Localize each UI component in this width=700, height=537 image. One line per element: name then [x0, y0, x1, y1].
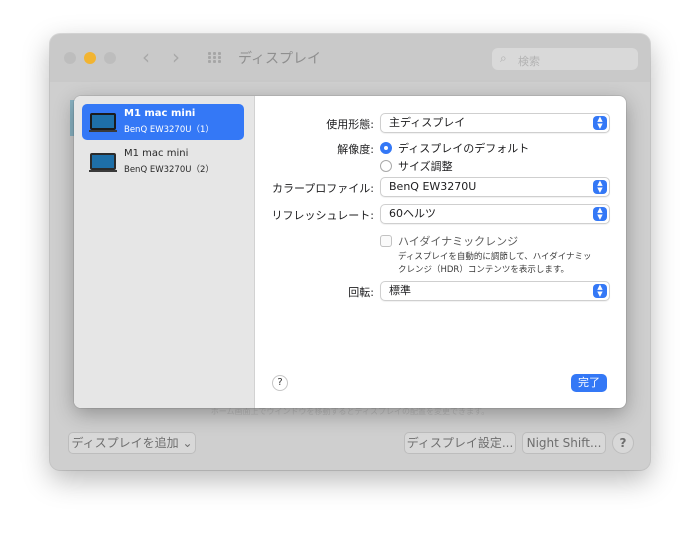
display-settings-button[interactable]: ディスプレイ設定... — [404, 432, 516, 454]
chevron-updown-icon: ▲ ▼ — [593, 284, 607, 298]
hdr-hint-line-1: ディスプレイを自動的に調節して、ハイダイナミッ — [398, 252, 592, 262]
rotation-label: 回転: — [348, 286, 374, 299]
usage-label: 使用形態: — [326, 118, 374, 131]
night-shift-button[interactable]: Night Shift... — [522, 432, 606, 454]
display-model: BenQ EW3270U（2） — [124, 165, 214, 175]
refresh-rate-popup[interactable]: 60ヘルツ ▲ ▼ — [380, 204, 610, 224]
forward-icon[interactable]: › — [172, 46, 180, 68]
hdr-label: ハイダイナミックレンジ — [398, 235, 519, 248]
rotation-value: 標準 — [389, 284, 411, 297]
monitor-icon — [89, 153, 117, 172]
minimize-button[interactable] — [84, 52, 96, 64]
done-button[interactable]: 完了 — [571, 374, 607, 392]
refresh-rate-value: 60ヘルツ — [389, 207, 436, 220]
usage-popup[interactable]: 主ディスプレイ ▲ ▼ — [380, 113, 610, 133]
monitor-icon — [89, 113, 117, 132]
display-settings-sheet: M1 mac mini BenQ EW3270U（1） M1 mac mini … — [74, 96, 626, 408]
back-icon[interactable]: ‹ — [142, 46, 150, 68]
zoom-button[interactable] — [104, 52, 116, 64]
display-model: BenQ EW3270U（1） — [124, 125, 214, 135]
add-display-label: ディスプレイを追加 — [71, 436, 179, 450]
chevron-updown-icon: ▲ ▼ — [593, 180, 607, 194]
color-profile-label: カラープロファイル: — [271, 182, 374, 195]
search-icon: ⌕ — [500, 51, 507, 65]
add-display-button[interactable]: ディスプレイを追加 ⌄ — [68, 432, 196, 454]
resolution-default-label: ディスプレイのデフォルト — [398, 142, 530, 155]
usage-value: 主ディスプレイ — [389, 116, 466, 129]
chevron-down-icon: ⌄ — [182, 436, 193, 450]
search-input[interactable]: ⌕ 検索 — [492, 48, 638, 70]
show-all-grid-icon[interactable] — [208, 52, 224, 64]
close-button[interactable] — [64, 52, 76, 64]
hdr-checkbox[interactable] — [380, 235, 392, 247]
rotation-popup[interactable]: 標準 ▲ ▼ — [380, 281, 610, 301]
resolution-scaled-radio[interactable] — [380, 160, 392, 172]
resolution-label: 解像度: — [337, 143, 374, 156]
display-item-2[interactable]: M1 mac mini BenQ EW3270U（2） — [82, 144, 244, 180]
window-title: ディスプレイ — [238, 51, 322, 67]
display-name: M1 mac mini — [124, 148, 189, 159]
chevron-updown-icon: ▲ ▼ — [593, 116, 607, 130]
title-bar: ‹ › ディスプレイ ⌕ 検索 — [50, 34, 650, 82]
display-item-1[interactable]: M1 mac mini BenQ EW3270U（1） — [82, 104, 244, 140]
help-button[interactable]: ? — [272, 375, 288, 391]
color-profile-popup[interactable]: BenQ EW3270U ▲ ▼ — [380, 177, 610, 197]
resolution-scaled-label: サイズ調整 — [398, 160, 453, 173]
hdr-hint-line-2: クレンジ（HDR）コンテンツを表示します。 — [398, 265, 569, 275]
window-help-button[interactable]: ? — [612, 432, 634, 454]
search-placeholder: 検索 — [518, 55, 540, 68]
display-list: M1 mac mini BenQ EW3270U（1） M1 mac mini … — [74, 96, 255, 408]
color-profile-value: BenQ EW3270U — [389, 180, 477, 193]
display-name: M1 mac mini — [124, 108, 196, 119]
resolution-default-radio[interactable] — [380, 142, 392, 154]
chevron-updown-icon: ▲ ▼ — [593, 207, 607, 221]
refresh-rate-label: リフレッシュレート: — [271, 209, 375, 222]
